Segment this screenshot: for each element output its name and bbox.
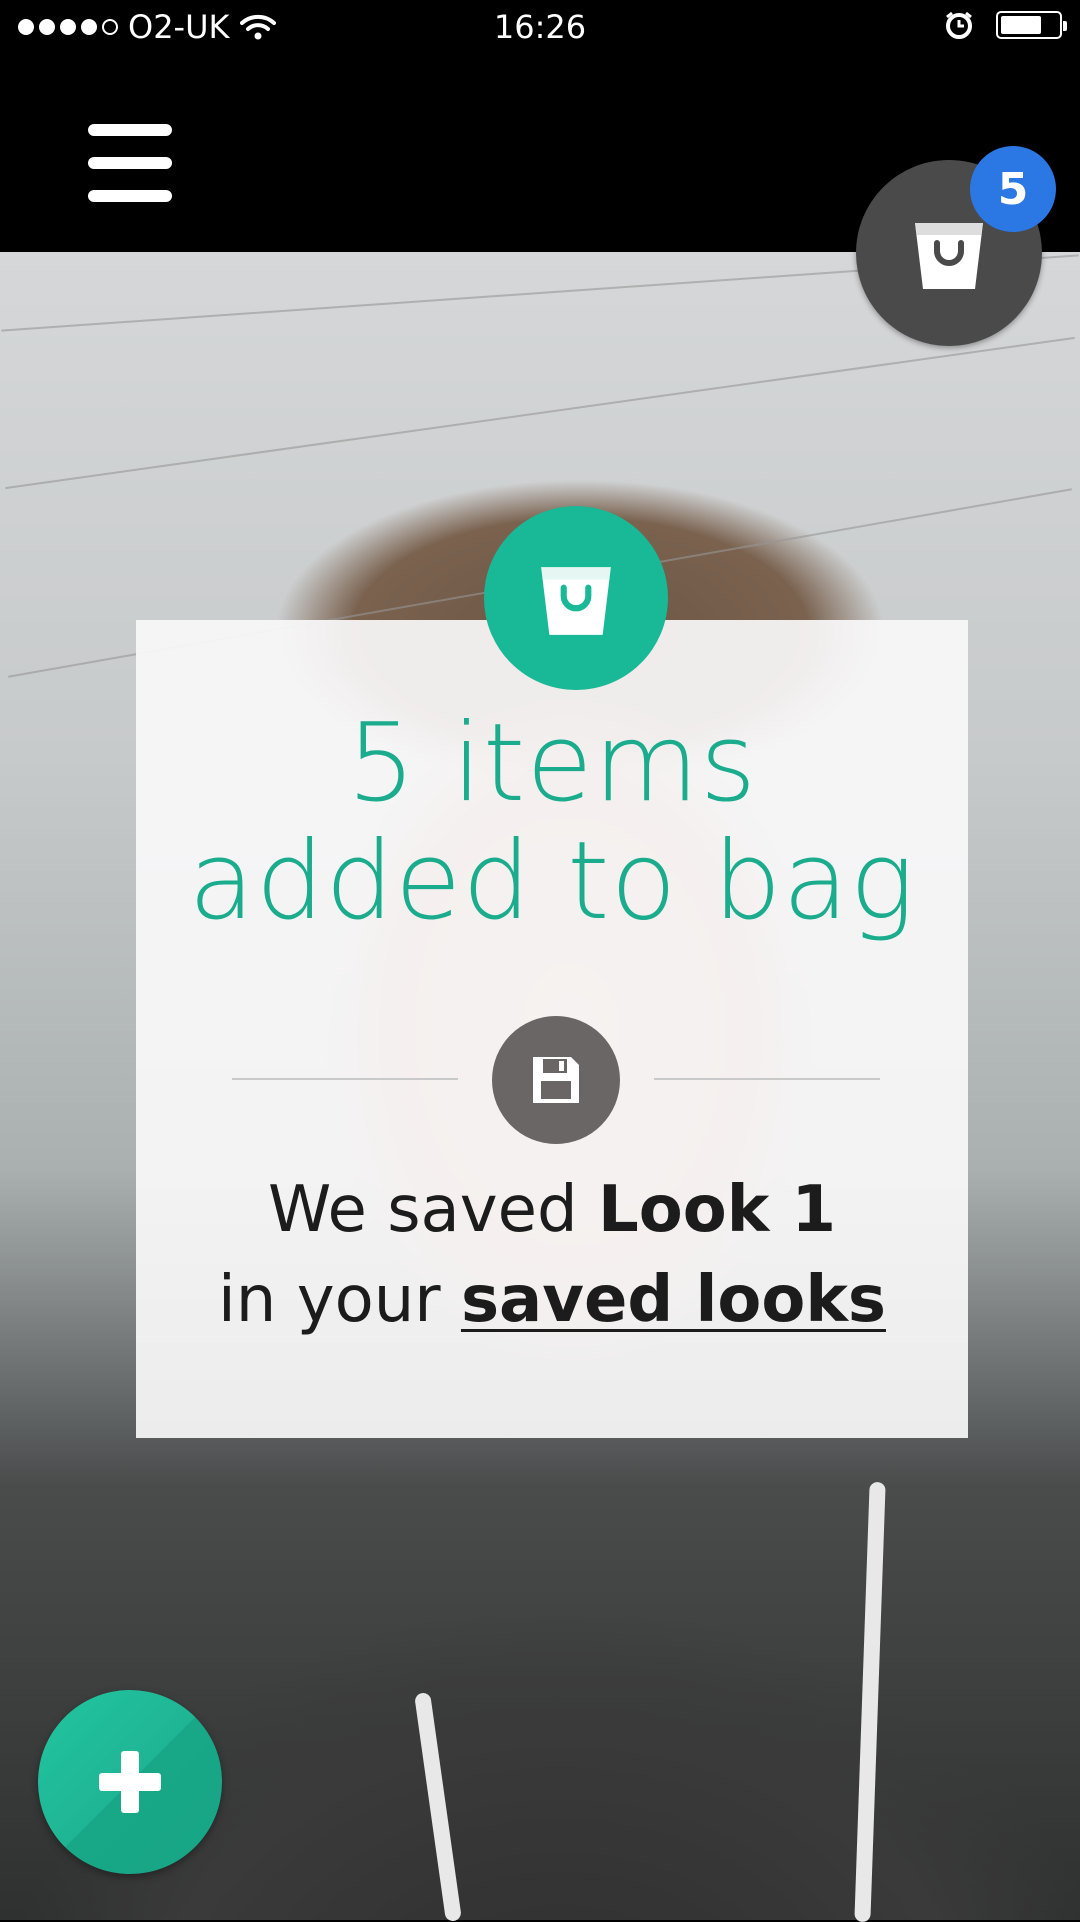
status-right	[944, 10, 1067, 40]
items-added-headline: 5 items added to bag	[136, 705, 968, 941]
plus-icon	[99, 1751, 161, 1813]
card-bag-icon-circle	[484, 506, 668, 690]
look-name: Look 1	[597, 1173, 837, 1247]
saved-looks-link[interactable]: saved looks	[461, 1263, 886, 1337]
message-line2-prefix: in your	[218, 1263, 461, 1337]
save-icon-circle	[492, 1016, 620, 1144]
hoodie-string	[854, 1481, 886, 1922]
ceiling-line	[5, 336, 1075, 490]
floppy-disk-icon	[533, 1057, 579, 1103]
shopping-bag-icon	[915, 223, 983, 289]
saved-look-message: We saved Look 1 in your saved looks	[136, 1165, 968, 1345]
headline-line-2: added to bag	[188, 819, 916, 944]
hamburger-menu-icon[interactable]	[88, 124, 172, 202]
hoodie-string	[414, 1692, 462, 1922]
divider-right	[654, 1078, 880, 1080]
battery-icon	[996, 11, 1067, 39]
divider-left	[232, 1078, 458, 1080]
clock: 16:26	[493, 8, 587, 46]
headline-line-1: 5 items	[346, 701, 758, 826]
alarm-icon	[946, 11, 972, 39]
add-button[interactable]	[38, 1690, 222, 1874]
message-prefix: We saved	[267, 1173, 598, 1247]
shopping-bag-icon	[541, 567, 611, 635]
status-bar: O2-UK 16:26	[0, 0, 1080, 52]
bag-count-badge: 5	[970, 146, 1056, 232]
